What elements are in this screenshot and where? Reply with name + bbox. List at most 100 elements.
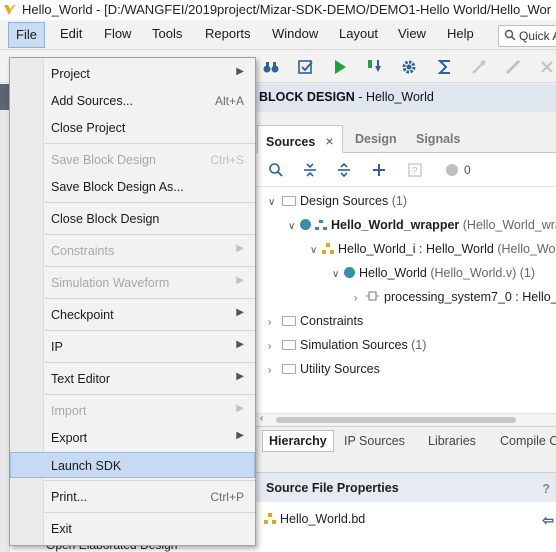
tree-count: (1) <box>516 266 535 280</box>
tab-design[interactable]: Design <box>347 125 405 153</box>
collapse-all-icon[interactable] <box>302 162 318 178</box>
chevron-down-icon[interactable]: ∨ <box>268 197 280 208</box>
menu-item-label: IP <box>51 340 63 354</box>
sigma-icon[interactable] <box>436 58 454 76</box>
menu-item-exit[interactable]: Exit <box>45 516 255 542</box>
menu-view[interactable]: View <box>398 26 426 41</box>
tree-item-hello-world[interactable]: ∨ Hello_World (Hello_World.v) (1) <box>332 266 535 286</box>
menu-item-label: Import <box>51 404 87 418</box>
back-arrow-icon[interactable]: ⇦ <box>542 512 554 529</box>
menu-item-launch-sdk[interactable]: Launch SDK <box>10 452 255 478</box>
search-icon[interactable] <box>268 162 284 178</box>
program-device-icon[interactable] <box>366 58 384 76</box>
chevron-right-icon: ▶ <box>236 307 244 318</box>
disabled-cut-icon[interactable] <box>538 58 556 76</box>
folder-icon <box>282 316 296 326</box>
menu-item-label: Close Project <box>51 121 126 135</box>
menu-item-project[interactable]: Project ▶ <box>45 61 255 87</box>
menu-flow[interactable]: Flow <box>104 26 131 41</box>
menu-item-print[interactable]: Print... Ctrl+P <box>45 484 255 510</box>
tree-item-wrapper[interactable]: ∨ Hello_World_wrapper (Hello_World_wra <box>288 218 556 238</box>
menu-item-shortcut: Ctrl+S <box>210 153 244 167</box>
menu-item-close-project[interactable]: Close Project <box>45 115 255 141</box>
add-icon[interactable] <box>371 162 387 178</box>
run-icon[interactable] <box>331 58 349 76</box>
chevron-right-icon: ▶ <box>236 243 244 254</box>
menu-item-label: Checkpoint <box>51 308 114 322</box>
source-file-properties-title: Source File Properties <box>266 481 399 495</box>
scrollbar-thumb[interactable] <box>276 417 516 423</box>
chevron-down-icon[interactable]: ∨ <box>310 245 322 256</box>
disabled-edit-icon[interactable] <box>504 58 522 76</box>
menu-item-constraints[interactable]: Constraints ▶ <box>45 238 255 264</box>
chevron-right-icon[interactable]: › <box>268 365 280 376</box>
help-icon[interactable]: ? <box>407 162 423 178</box>
menu-edit[interactable]: Edit <box>60 26 82 41</box>
disabled-tool-icon[interactable] <box>470 58 488 76</box>
ip-core-icon <box>366 291 379 301</box>
chevron-down-icon[interactable]: ∨ <box>288 221 300 232</box>
menu-file[interactable]: File <box>8 22 45 48</box>
menu-item-checkpoint[interactable]: Checkpoint ▶ <box>45 302 255 328</box>
menu-item-shortcut: Alt+A <box>214 94 244 108</box>
menu-item-simulation-waveform[interactable]: Simulation Waveform ▶ <box>45 270 255 296</box>
scroll-left-icon[interactable]: ‹ <box>260 413 263 424</box>
tab-hierarchy[interactable]: Hierarchy <box>262 430 334 452</box>
menu-separator <box>45 202 255 203</box>
menu-item-label: Launch SDK <box>51 459 122 473</box>
menu-help[interactable]: Help <box>447 26 474 41</box>
menu-item-save-block-design[interactable]: Save Block Design Ctrl+S <box>45 147 255 173</box>
module-dot-icon <box>344 267 355 278</box>
tab-libraries[interactable]: Libraries <box>422 431 482 451</box>
menu-item-label: Project <box>51 67 90 81</box>
block-design-label: BLOCK DESIGN <box>259 90 355 104</box>
chevron-right-icon: ▶ <box>236 371 244 382</box>
tree-item-constraints[interactable]: › Constraints <box>268 314 363 334</box>
source-file-properties-header: Source File Properties ? <box>256 472 556 502</box>
chevron-down-icon[interactable]: ∨ <box>332 269 344 280</box>
help-icon[interactable]: ? <box>542 482 550 496</box>
search-icon <box>504 29 516 41</box>
menu-item-shortcut: Ctrl+P <box>210 490 244 504</box>
menu-window[interactable]: Window <box>272 26 318 41</box>
tree-item-ps7[interactable]: › processing_system7_0 : Hello_ <box>354 290 556 310</box>
tree-count: (1) <box>388 194 407 208</box>
menu-item-close-block-design[interactable]: Close Block Design <box>45 206 255 232</box>
menu-layout[interactable]: Layout <box>339 26 378 41</box>
menu-item-export[interactable]: Export ▶ <box>45 425 255 451</box>
tab-signals[interactable]: Signals <box>408 125 468 153</box>
menu-item-text-editor[interactable]: Text Editor ▶ <box>45 366 255 392</box>
expand-all-icon[interactable] <box>336 162 352 178</box>
menu-tools[interactable]: Tools <box>152 26 182 41</box>
menu-reports[interactable]: Reports <box>205 26 251 41</box>
module-dot-icon <box>300 219 311 230</box>
tab-sources[interactable]: Sources × <box>257 125 343 153</box>
menu-item-label: Close Block Design <box>51 212 160 226</box>
hierarchy-icon <box>315 220 327 230</box>
tab-ip-sources[interactable]: IP Sources <box>338 431 411 451</box>
tree-item-bd-instance[interactable]: ∨ Hello_World_i : Hello_World (Hello_Wo <box>310 242 555 262</box>
window-title: Hello_World - [D:/WANGFEI/2019project/Mi… <box>22 2 552 17</box>
tree-item-utility-sources[interactable]: › Utility Sources <box>268 362 380 382</box>
block-design-header: BLOCK DESIGN - Hello_World <box>256 84 556 112</box>
binoculars-icon[interactable] <box>262 58 280 76</box>
menu-item-ip[interactable]: IP ▶ <box>45 334 255 360</box>
quick-access-search[interactable]: Quick A <box>498 25 556 47</box>
chevron-right-icon[interactable]: › <box>268 341 280 352</box>
tree-count: (1) <box>407 338 427 352</box>
menu-item-import[interactable]: Import ▶ <box>45 398 255 424</box>
menu-item-label: Save Block Design <box>51 153 156 167</box>
gear-icon[interactable] <box>400 58 418 76</box>
menu-item-add-sources[interactable]: Add Sources... Alt+A <box>45 88 255 114</box>
menu-item-save-block-design-as[interactable]: Save Block Design As... <box>45 174 255 200</box>
chevron-right-icon[interactable]: › <box>354 293 366 304</box>
menu-item-label: Text Editor <box>51 372 111 386</box>
tab-compile-order[interactable]: Compile O <box>494 431 556 451</box>
menu-separator <box>45 266 255 267</box>
tree-item-simulation-sources[interactable]: › Simulation Sources (1) <box>268 338 426 358</box>
horizontal-scrollbar[interactable]: ‹ <box>256 413 556 425</box>
tree-item-design-sources[interactable]: ∨ Design Sources (1) <box>268 194 407 214</box>
checkbox-icon[interactable] <box>297 58 315 76</box>
chevron-right-icon[interactable]: › <box>268 317 280 328</box>
close-icon[interactable]: × <box>325 133 333 149</box>
